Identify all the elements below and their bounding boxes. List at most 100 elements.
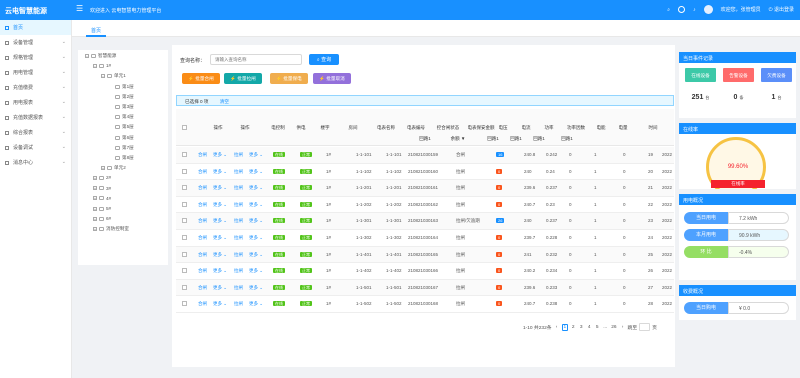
open-link[interactable]: 拉闸 <box>234 152 243 158</box>
expand-icon[interactable]: − <box>93 63 97 68</box>
more-link-text[interactable]: 更多 <box>249 285 258 290</box>
more-link[interactable]: 更多 ⌄ <box>213 268 227 274</box>
open-link[interactable]: 拉闸 <box>234 235 243 241</box>
tree-node[interactable]: 第6层 <box>109 135 134 141</box>
tree-node[interactable]: 第1层 <box>109 84 134 90</box>
batch-open-button[interactable]: ⚡ 批量拉闸 <box>224 73 262 84</box>
more-link[interactable]: 更多 ⌄ <box>213 301 227 307</box>
tree-node[interactable]: 第8层 <box>109 155 134 161</box>
more-link-text[interactable]: 更多 <box>249 185 258 190</box>
expand-icon[interactable]: − <box>101 74 105 79</box>
more-link[interactable]: 更多 ⌄ <box>249 202 263 208</box>
expand-icon[interactable]: + <box>101 166 105 171</box>
close-link[interactable]: 合闸 <box>198 152 207 158</box>
close-link[interactable]: 合闸 <box>198 285 207 291</box>
open-link[interactable]: 拉闸 <box>234 268 243 274</box>
search-input[interactable] <box>210 54 302 65</box>
more-link-text[interactable]: 更多 <box>249 152 258 157</box>
action-label[interactable]: 批量取消 <box>326 76 344 81</box>
goto-input[interactable] <box>639 323 651 331</box>
logout-button[interactable]: ⏻ 退出登录 <box>769 6 794 13</box>
clear-selection-link[interactable]: 清空 <box>220 99 229 104</box>
batch-close-button[interactable]: ⚡ 批量合闸 <box>182 73 220 84</box>
open-link-text[interactable]: 拉闸 <box>234 169 243 174</box>
expand-icon[interactable]: − <box>85 54 89 58</box>
more-link-text[interactable]: 更多 <box>249 301 258 306</box>
expand-icon[interactable]: + <box>93 186 97 191</box>
tree-node[interactable]: 第4层 <box>109 114 134 120</box>
sidebar-item-1[interactable]: 设备管理 ⌄ <box>0 35 71 50</box>
more-link[interactable]: 更多 ⌄ <box>213 152 227 158</box>
sidebar-item-3[interactable]: 用电管理 ⌄ <box>0 65 71 80</box>
row-checkbox[interactable] <box>182 268 187 274</box>
row-checkbox[interactable] <box>182 301 187 307</box>
sidebar-item-8[interactable]: 设备调试 ⌄ <box>0 140 71 155</box>
open-link[interactable]: 拉闸 <box>234 252 243 258</box>
more-link-text[interactable]: 更多 <box>249 169 258 174</box>
sidebar-item-6[interactable]: 充值数据报表 ⌄ <box>0 110 71 125</box>
expand-icon[interactable]: + <box>93 227 97 232</box>
tree-node[interactable]: − 1# <box>93 63 111 68</box>
tree-node[interactable]: + 消防控制室 <box>93 226 129 232</box>
sidebar-item-0[interactable]: 首页 <box>0 20 71 35</box>
more-link-text[interactable]: 更多 <box>249 268 258 273</box>
close-link-text[interactable]: 合闸 <box>198 152 207 157</box>
more-link[interactable]: 更多 ⌄ <box>249 235 263 241</box>
open-link-text[interactable]: 拉闸 <box>234 235 243 240</box>
row-checkbox[interactable] <box>182 251 187 257</box>
query-button[interactable]: ⌕ 查询 <box>309 54 339 65</box>
expand-icon[interactable]: + <box>93 175 97 180</box>
page-number[interactable]: 26 <box>610 325 617 330</box>
page-number[interactable]: 1 <box>561 323 569 331</box>
batch-protect-button[interactable]: ⚡ 批量保电 <box>270 73 308 84</box>
more-link[interactable]: 更多 ⌄ <box>213 252 227 258</box>
tree-node[interactable]: − 智慧能源 <box>85 53 116 59</box>
more-link-text[interactable]: 更多 <box>249 235 258 240</box>
open-link[interactable]: 拉闸 <box>234 218 243 224</box>
page-number[interactable]: 2 <box>570 325 576 330</box>
tree-node[interactable]: +4# <box>93 196 111 201</box>
tree-node[interactable]: − 单元1 <box>101 73 126 79</box>
more-link[interactable]: 更多 ⌄ <box>213 169 227 175</box>
close-link-text[interactable]: 合闸 <box>198 252 207 257</box>
close-link-text[interactable]: 合闸 <box>198 218 207 223</box>
more-link-text[interactable]: 更多 <box>213 301 222 306</box>
more-link-text[interactable]: 更多 <box>249 218 258 223</box>
tab-home[interactable]: 首页 <box>86 24 107 37</box>
batch-cancel-button[interactable]: ⚡ 批量取消 <box>313 73 351 84</box>
open-link-text[interactable]: 拉闸 <box>234 252 243 257</box>
close-link[interactable]: 合闸 <box>198 252 207 258</box>
more-link-text[interactable]: 更多 <box>213 285 222 290</box>
more-link[interactable]: 更多 ⌄ <box>249 185 263 191</box>
more-link-text[interactable]: 更多 <box>249 202 258 207</box>
open-link[interactable]: 拉闸 <box>234 185 243 191</box>
menu-toggle-icon[interactable]: ☰ <box>76 5 83 13</box>
close-link-text[interactable]: 合闸 <box>198 268 207 273</box>
close-link[interactable]: 合闸 <box>198 268 207 274</box>
tree-node[interactable]: +2# <box>93 175 111 180</box>
close-link-text[interactable]: 合闸 <box>198 301 207 306</box>
more-link[interactable]: 更多 ⌄ <box>249 301 263 307</box>
page-number[interactable]: 4 <box>586 325 592 330</box>
tree-node[interactable]: +6# <box>93 216 111 221</box>
expand-icon[interactable]: + <box>93 206 97 211</box>
sidebar-item-9[interactable]: 消息中心 ⌄ <box>0 155 71 170</box>
more-link-text[interactable]: 更多 <box>213 235 222 240</box>
more-link[interactable]: 更多 ⌄ <box>213 185 227 191</box>
more-link[interactable]: 更多 ⌄ <box>249 252 263 258</box>
tree-node[interactable]: 第7层 <box>109 145 134 151</box>
close-link[interactable]: 合闸 <box>198 301 207 307</box>
tree-node[interactable]: 第5层 <box>109 124 134 130</box>
open-link[interactable]: 拉闸 <box>234 202 243 208</box>
tree-node[interactable]: + 单元2 <box>101 165 126 171</box>
row-checkbox[interactable] <box>182 201 187 207</box>
more-link[interactable]: 更多 ⌄ <box>213 235 227 241</box>
open-link-text[interactable]: 拉闸 <box>234 268 243 273</box>
tree-node[interactable]: +3# <box>93 186 111 191</box>
open-link-text[interactable]: 拉闸 <box>234 218 243 223</box>
expand-icon[interactable]: + <box>93 216 97 221</box>
more-link-text[interactable]: 更多 <box>213 268 222 273</box>
more-link-text[interactable]: 更多 <box>213 152 222 157</box>
sidebar-item-5[interactable]: 用电报表 ⌄ <box>0 95 71 110</box>
open-link[interactable]: 拉闸 <box>234 301 243 307</box>
